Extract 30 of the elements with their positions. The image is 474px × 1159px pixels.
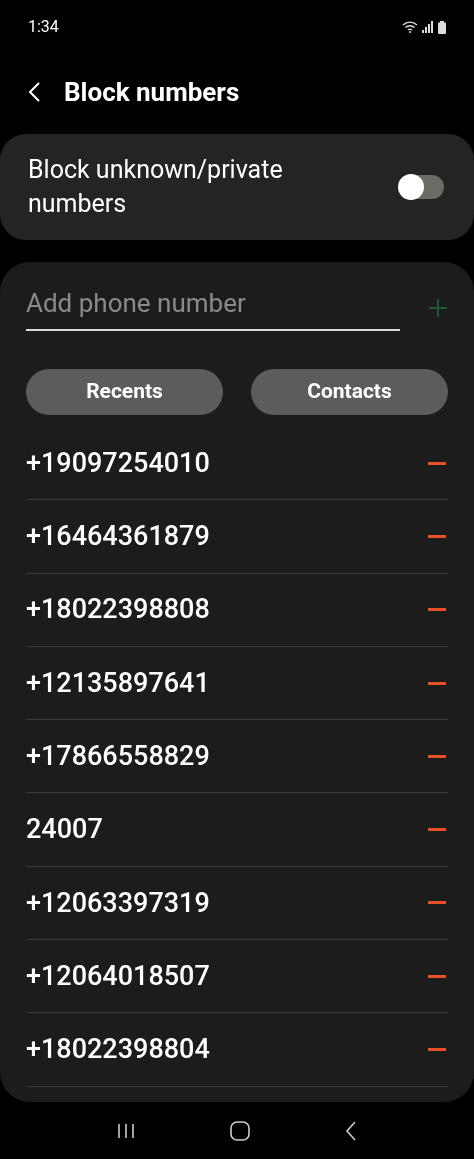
signal-icon: [422, 21, 434, 33]
remove-icon[interactable]: [428, 608, 446, 612]
home-nav-icon[interactable]: [230, 1120, 250, 1141]
toggle-switch[interactable]: [400, 175, 444, 199]
blocked-number: +18022398808: [26, 592, 210, 628]
remove-icon[interactable]: [428, 461, 446, 465]
remove-icon[interactable]: [428, 901, 446, 905]
blocked-number: +12063397319: [26, 885, 210, 921]
battery-icon: [438, 20, 446, 34]
block-unknown-label: Block unknown/private numbers: [28, 154, 284, 220]
blocked-number: 24007: [26, 812, 103, 848]
pill-button[interactable]: Contacts: [251, 369, 448, 415]
wifi-icon: [402, 21, 418, 33]
blocked-number: +19097254010: [26, 445, 210, 481]
remove-icon[interactable]: [428, 828, 446, 832]
back-nav-icon[interactable]: [344, 1120, 357, 1141]
remove-icon[interactable]: [428, 754, 446, 758]
blocked-number: +17866558829: [26, 739, 210, 775]
remove-icon[interactable]: [428, 974, 446, 978]
recents-nav-icon[interactable]: [117, 1122, 136, 1139]
remove-icon[interactable]: [428, 534, 446, 538]
blocked-number: +12064018507: [26, 958, 210, 994]
blocked-number: +12135897641: [26, 665, 210, 701]
pill-button[interactable]: Recents: [26, 369, 223, 415]
blocked-number: +16464361879: [26, 519, 210, 555]
blocked-number: +18022398804: [26, 1032, 210, 1068]
status-time: 1:34: [28, 16, 59, 38]
remove-icon[interactable]: [428, 681, 446, 685]
phone-number-field[interactable]: Add phone number: [26, 284, 400, 331]
page-title: Block numbers: [64, 75, 240, 109]
